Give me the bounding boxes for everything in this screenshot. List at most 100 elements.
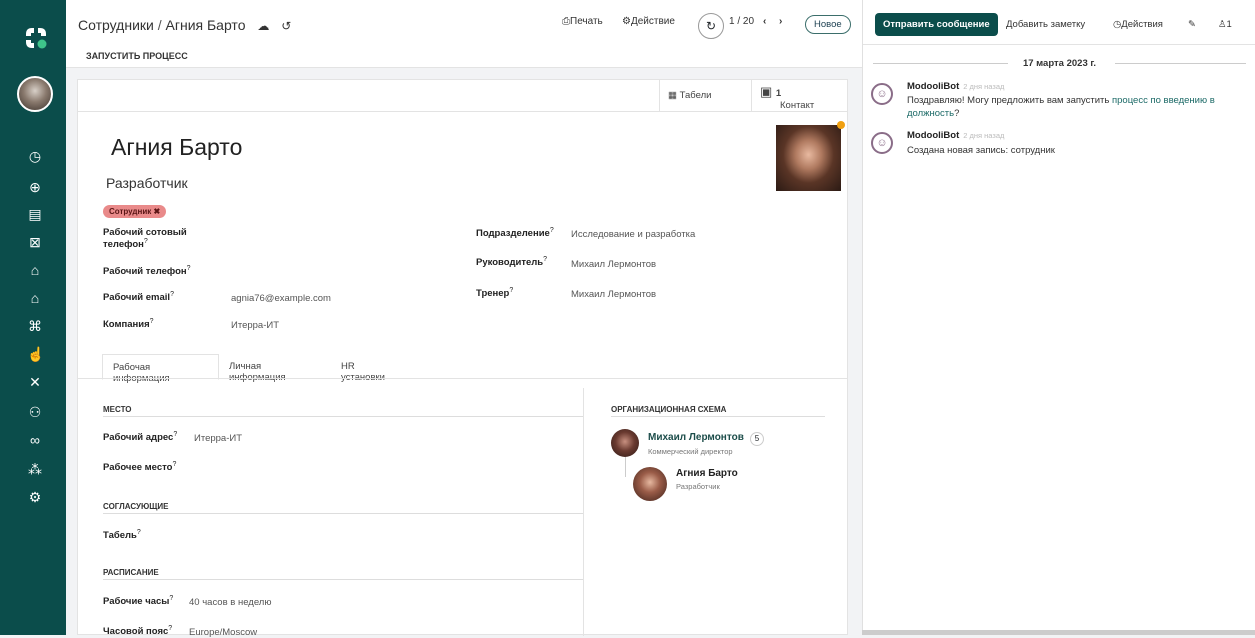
work-address-label: Рабочий адрес? xyxy=(103,431,177,443)
org-manager-name[interactable]: Михаил Лермонтов xyxy=(648,432,744,443)
settings-icon[interactable]: ⚙ xyxy=(27,489,43,505)
cloud-save-icon[interactable]: ☁ xyxy=(257,19,269,33)
employee-avatar[interactable] xyxy=(633,467,667,501)
contact-card-icon: ▣ xyxy=(760,84,776,99)
email-label: Рабочий email? xyxy=(103,291,174,303)
manager-field[interactable]: Михаил Лермонтов xyxy=(571,259,656,270)
app-logo[interactable] xyxy=(23,25,49,51)
work-address-field[interactable]: Итерра-ИТ xyxy=(194,433,242,444)
action-button[interactable]: ⚙Действие xyxy=(622,16,675,27)
run-process-button[interactable]: ЗАПУСТИТЬ ПРОЦЕСС xyxy=(86,51,188,61)
employee-name[interactable]: Агния Барто xyxy=(111,134,242,161)
breadcrumb-parent[interactable]: Сотрудники xyxy=(78,17,154,33)
board-icon[interactable]: ▤ xyxy=(27,206,43,222)
help-mark: ? xyxy=(170,291,174,298)
building-icon[interactable]: ⌘ xyxy=(27,318,43,334)
button-box: ▦ Табели ▣ 1 Контакт xyxy=(78,80,847,112)
tab-work-info[interactable]: Рабочая информация xyxy=(102,354,219,384)
tab-divider xyxy=(78,378,847,379)
timesheet-label: Табель? xyxy=(103,529,141,541)
chatter-panel: Отправить сообщение Добавить заметку ◷Де… xyxy=(862,0,1255,635)
working-hours-field[interactable]: 40 часов в неделю xyxy=(189,597,271,608)
apps-icon[interactable]: ⁂ xyxy=(27,461,43,477)
print-icon: ⎙ xyxy=(562,16,570,27)
inbox-icon[interactable]: ⊠ xyxy=(27,234,43,250)
tab-hr-settings[interactable]: HR установки xyxy=(331,354,395,383)
job-title[interactable]: Разработчик xyxy=(106,175,188,191)
message-author-name[interactable]: ModooliBot xyxy=(907,81,959,92)
work-location-label: Рабочее место? xyxy=(103,461,176,473)
coach-label-text: Тренер xyxy=(476,288,510,300)
status-dot xyxy=(837,121,845,129)
activities-button[interactable]: ◷Действия xyxy=(1113,19,1163,30)
prev-record-button[interactable]: ‹ xyxy=(763,16,766,27)
app-sidebar: ◷ ⊕ ▤ ⊠ ⌂ ⌂ ⌘ ☝ ✕ ⚇ ∞ ⁂ ⚙ xyxy=(0,0,66,635)
email-label-text: Рабочий email xyxy=(103,292,171,304)
globe-icon[interactable]: ⊕ xyxy=(27,179,43,195)
message-time: 2 дня назад xyxy=(963,131,1005,140)
bag-icon[interactable]: ⌂ xyxy=(27,262,43,278)
divider xyxy=(863,44,1255,45)
timezone-label-text: Часовой пояс xyxy=(103,626,169,638)
help-mark: ? xyxy=(136,529,141,536)
next-record-button[interactable]: › xyxy=(779,16,782,27)
mobile-label-line1: Рабочий сотовый xyxy=(103,227,187,238)
timezone-field[interactable]: Europe/Moscow xyxy=(189,627,257,638)
tools-icon[interactable]: ✕ xyxy=(27,374,43,390)
horizontal-scrollbar[interactable] xyxy=(862,630,1255,635)
org-employee-name: Агния Барто xyxy=(676,468,738,479)
calendar-icon: ▦ xyxy=(668,90,680,101)
message-body: Создана новая запись: сотрудник xyxy=(907,145,1055,156)
link-icon[interactable]: ∞ xyxy=(27,432,43,448)
section-approvers: СОГЛАСУЮЩИЕ xyxy=(103,502,169,511)
org-employee-job: Разработчик xyxy=(676,482,720,491)
work-address-label-text: Рабочий адрес xyxy=(103,432,174,444)
manager-label-text: Руководитель xyxy=(476,257,544,269)
message-body: Поздравляю! Могу предложить вам запустит… xyxy=(907,94,1242,120)
paperclip-icon[interactable]: ✎ xyxy=(1188,19,1196,30)
message-author-name[interactable]: ModooliBot xyxy=(907,130,959,141)
help-mark: ? xyxy=(186,265,191,272)
company-field[interactable]: Итерра-ИТ xyxy=(231,320,279,331)
help-mark: ? xyxy=(149,318,154,325)
tab-private-info[interactable]: Личная информация xyxy=(219,354,296,383)
help-mark: ? xyxy=(549,227,554,234)
manager-avatar[interactable] xyxy=(611,429,639,457)
new-button[interactable]: Новое xyxy=(805,15,851,34)
department-field[interactable]: Исследование и разработка xyxy=(571,229,695,240)
log-note-button[interactable]: Добавить заметку xyxy=(1006,19,1085,30)
team-icon[interactable]: ⚇ xyxy=(27,404,43,420)
user-avatar[interactable] xyxy=(17,76,53,112)
send-message-button[interactable]: Отправить сообщение xyxy=(875,13,998,36)
employee-tag[interactable]: Сотрудник ✖ xyxy=(103,205,167,218)
breadcrumb-current: Агния Барто xyxy=(165,17,246,33)
undo-icon[interactable]: ↺ xyxy=(281,19,291,33)
phone-label-text: Рабочий телефон xyxy=(103,266,187,278)
department-label: Подразделение? xyxy=(476,227,554,239)
timesheet-label-text: Табель xyxy=(103,530,137,542)
coach-field[interactable]: Михаил Лермонтов xyxy=(571,289,656,300)
employee-photo[interactable] xyxy=(776,125,841,191)
contacts-label: Контакт xyxy=(780,100,815,111)
refresh-icon[interactable]: ↻ xyxy=(698,13,724,39)
phone-label: Рабочий телефон? xyxy=(103,265,191,277)
pager-value[interactable]: 1 / 20 xyxy=(729,16,754,27)
divider xyxy=(611,416,825,417)
thumbs-up-icon[interactable]: ☝ xyxy=(27,346,44,362)
followers-button[interactable]: ♙1 xyxy=(1218,19,1232,30)
help-mark: ? xyxy=(509,287,514,294)
home-icon[interactable]: ⌂ xyxy=(27,290,43,306)
divider xyxy=(103,513,583,514)
clock-icon[interactable]: ◷ xyxy=(27,148,43,164)
message-time: 2 дня назад xyxy=(963,82,1005,91)
working-hours-label-text: Рабочие часы xyxy=(103,596,170,608)
column-divider xyxy=(583,388,584,636)
email-field[interactable]: agnia76@example.com xyxy=(231,293,331,304)
department-label-text: Подразделение xyxy=(476,228,550,240)
timesheets-button[interactable]: ▦ Табели xyxy=(659,80,745,112)
contacts-button[interactable]: ▣ 1 Контакт xyxy=(751,80,847,112)
subordinates-count[interactable]: 5 xyxy=(750,432,764,446)
control-panel: Сотрудники / Агния Барто ☁ ↺ ЗАПУСТИТЬ П… xyxy=(66,0,862,68)
org-connector xyxy=(625,457,626,477)
print-button[interactable]: ⎙Печать xyxy=(562,16,603,27)
